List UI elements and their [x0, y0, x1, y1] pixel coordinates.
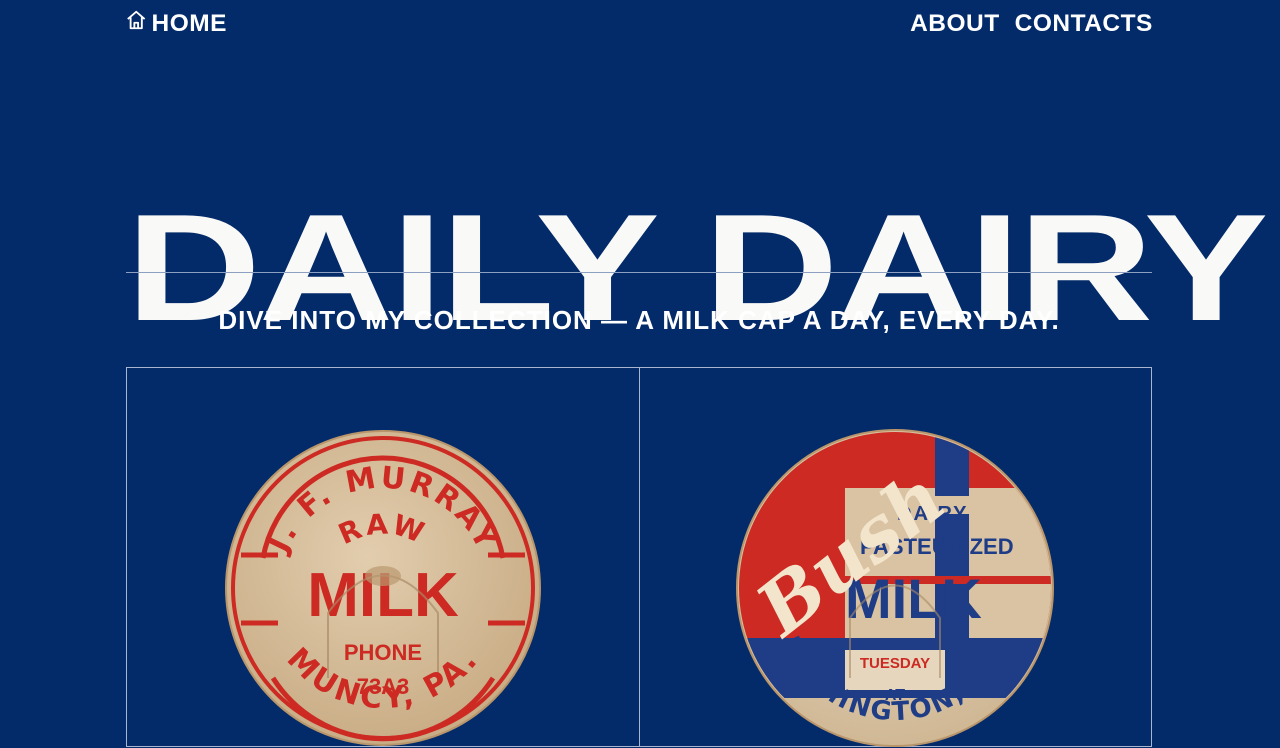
- cap-card-murray[interactable]: J. F. MURRAY RAW MILK PHONE 73A3 MUNCY, …: [127, 368, 639, 746]
- tagline: DIVE INTO MY COLLECTION — A MILK CAP A D…: [218, 305, 1060, 335]
- cap2-day-text: TUESDAY: [860, 655, 930, 672]
- milk-cap-murray: J. F. MURRAY RAW MILK PHONE 73A3 MUNCY, …: [224, 430, 541, 746]
- home-label: HOME: [151, 10, 227, 37]
- top-nav: HOME ABOUT CONTACTS: [125, 8, 1153, 40]
- cap-card-bush[interactable]: DAIRY PASTEURIZED MILK Bush TUESDAY AT F…: [638, 368, 1152, 747]
- divider: [126, 272, 1152, 273]
- about-link[interactable]: ABOUT: [910, 8, 1000, 40]
- nav-right: ABOUT CONTACTS: [910, 8, 1153, 40]
- page: HOME ABOUT CONTACTS DAILY DAIRY DIVE INT…: [0, 0, 1280, 747]
- cap1-line2: PHONE: [344, 640, 422, 665]
- home-icon: [125, 8, 147, 40]
- contacts-link[interactable]: CONTACTS: [1015, 8, 1153, 40]
- milk-cap-bush: DAIRY PASTEURIZED MILK Bush TUESDAY AT F…: [736, 429, 1055, 747]
- cap-grid: J. F. MURRAY RAW MILK PHONE 73A3 MUNCY, …: [126, 367, 1152, 747]
- home-link[interactable]: HOME: [125, 8, 227, 40]
